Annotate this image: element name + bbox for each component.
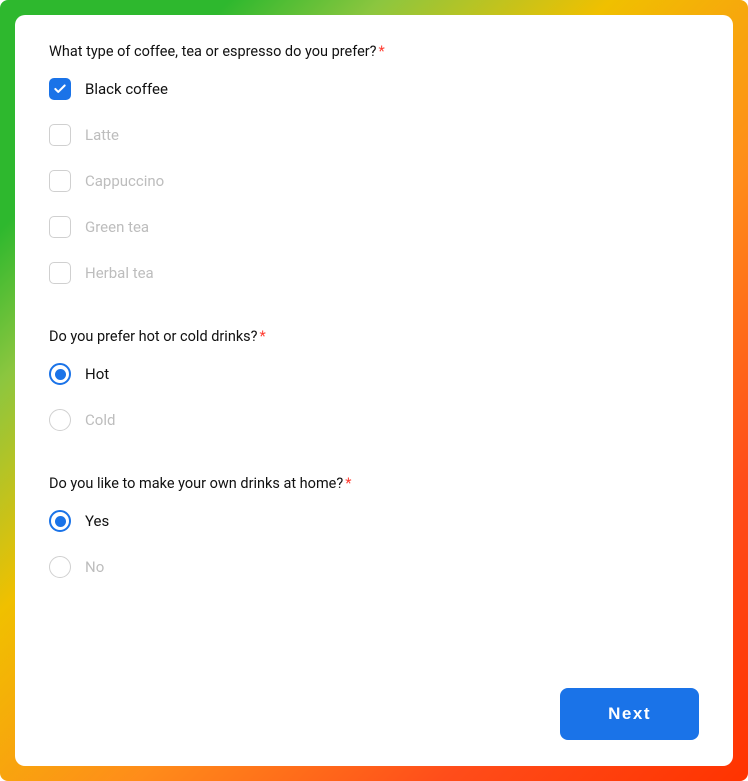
radio-option-no[interactable]: No — [49, 556, 699, 578]
checkbox-unchecked[interactable] — [49, 170, 71, 192]
question-3-text: Do you like to make your own drinks at h… — [49, 475, 343, 492]
radio-selected[interactable] — [49, 363, 71, 385]
checkbox-option-herbal-tea[interactable]: Herbal tea — [49, 262, 699, 284]
option-label: Yes — [85, 512, 109, 530]
radio-option-cold[interactable]: Cold — [49, 409, 699, 431]
question-2-title: Do you prefer hot or cold drinks?* — [49, 328, 699, 345]
question-1-text: What type of coffee, tea or espresso do … — [49, 43, 377, 60]
checkbox-option-green-tea[interactable]: Green tea — [49, 216, 699, 238]
radio-inner-dot — [55, 369, 66, 380]
radio-option-yes[interactable]: Yes — [49, 510, 699, 532]
option-label: Latte — [85, 126, 119, 144]
checkmark-icon — [53, 82, 67, 96]
checkbox-unchecked[interactable] — [49, 216, 71, 238]
gradient-frame: What type of coffee, tea or espresso do … — [0, 0, 748, 781]
option-label: Cappuccino — [85, 172, 164, 190]
option-label: No — [85, 558, 104, 576]
next-button[interactable]: Next — [560, 688, 699, 740]
footer: Next — [49, 688, 699, 740]
radio-unselected[interactable] — [49, 409, 71, 431]
checkbox-checked[interactable] — [49, 78, 71, 100]
option-label: Herbal tea — [85, 264, 154, 282]
radio-option-hot[interactable]: Hot — [49, 363, 699, 385]
option-label: Black coffee — [85, 80, 168, 98]
required-mark: * — [379, 43, 385, 60]
question-3: Do you like to make your own drinks at h… — [49, 475, 699, 578]
checkbox-unchecked[interactable] — [49, 124, 71, 146]
checkbox-unchecked[interactable] — [49, 262, 71, 284]
option-label: Cold — [85, 411, 115, 429]
option-label: Hot — [85, 365, 109, 383]
radio-selected[interactable] — [49, 510, 71, 532]
question-2: Do you prefer hot or cold drinks?* Hot C… — [49, 328, 699, 431]
question-1-title: What type of coffee, tea or espresso do … — [49, 43, 699, 60]
required-mark: * — [260, 328, 266, 345]
survey-card: What type of coffee, tea or espresso do … — [15, 15, 733, 766]
checkbox-option-cappuccino[interactable]: Cappuccino — [49, 170, 699, 192]
question-3-title: Do you like to make your own drinks at h… — [49, 475, 699, 492]
option-label: Green tea — [85, 218, 149, 236]
required-mark: * — [345, 475, 351, 492]
checkbox-option-latte[interactable]: Latte — [49, 124, 699, 146]
question-2-text: Do you prefer hot or cold drinks? — [49, 328, 258, 345]
radio-unselected[interactable] — [49, 556, 71, 578]
radio-inner-dot — [55, 516, 66, 527]
question-1: What type of coffee, tea or espresso do … — [49, 43, 699, 284]
checkbox-option-black-coffee[interactable]: Black coffee — [49, 78, 699, 100]
